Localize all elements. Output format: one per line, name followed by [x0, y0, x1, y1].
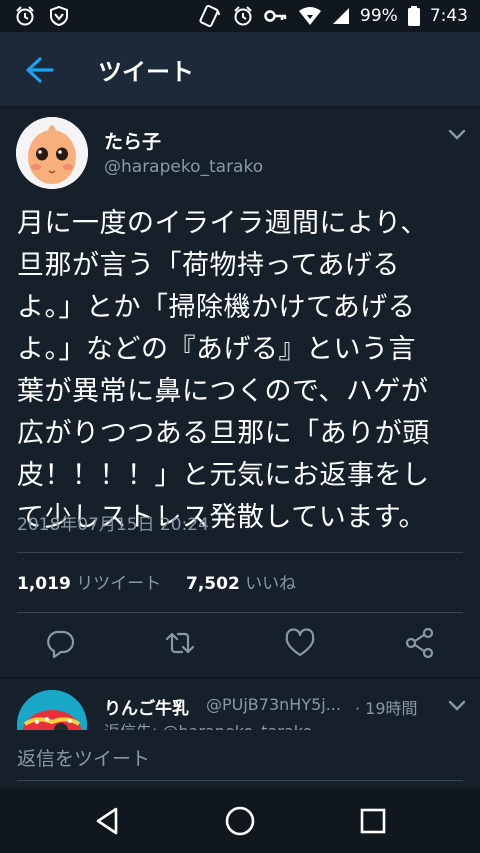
tweet-actions: [0, 627, 480, 667]
avatar[interactable]: [17, 690, 87, 730]
divider: [17, 552, 463, 553]
tweet-stats: 1,019 リツイート 7,502 いいね: [17, 569, 296, 594]
reply-input[interactable]: 返信をツイート: [17, 744, 150, 771]
back-arrow-icon[interactable]: [22, 54, 58, 86]
tweet-text-line: よ。」とか「掃除機かけてあげる: [17, 292, 416, 323]
page-title: ツイート: [98, 58, 194, 86]
app-header: ツイート: [0, 32, 480, 107]
reply-composer: 返信をツイート: [0, 730, 480, 788]
battery-icon: [407, 6, 420, 26]
retweets-count[interactable]: 1,019: [17, 574, 71, 594]
status-bar: 99% 7:43: [0, 0, 480, 32]
alarm-icon: [16, 6, 34, 26]
alarm-icon: [234, 6, 252, 26]
tweet-text-line: 広がりつつある旦那に「ありが頭: [17, 418, 430, 449]
nav-home-icon[interactable]: [223, 804, 257, 838]
avatar[interactable]: [16, 117, 88, 189]
reply-avatar-image: [17, 690, 87, 730]
system-nav-bar: [0, 788, 480, 853]
tweet-text-line: 皮！！！！」と元気にお返事をし: [17, 460, 430, 491]
reply-time: · 19時間: [355, 699, 418, 718]
reply-author-name[interactable]: りんご牛乳: [104, 694, 189, 719]
nav-recents-icon[interactable]: [356, 804, 390, 838]
like-icon[interactable]: [284, 627, 316, 659]
retweet-icon[interactable]: [164, 627, 196, 659]
reply-item[interactable]: りんご牛乳 @PUjB73nHY5j... · 19時間 返信先: @harap…: [0, 690, 480, 730]
author-handle[interactable]: @harapeko_tarako: [104, 157, 263, 177]
battery-percentage: 99%: [360, 6, 398, 26]
tweet-text-line: 旦那が言う「荷物持ってあげる: [17, 250, 400, 281]
status-right-icons: 99% 7:43: [198, 4, 468, 28]
divider: [17, 612, 463, 613]
kewpie-doll-avatar-image: [16, 117, 88, 189]
key-icon: [264, 10, 287, 22]
status-left-icons: [14, 5, 70, 27]
likes-label[interactable]: いいね: [245, 574, 296, 594]
tweet-text: 月に一度のイライラ週間により、 旦那が言う「荷物持ってあげる よ。」とか「掃除機…: [17, 203, 465, 539]
reply-icon[interactable]: [44, 627, 76, 659]
tweet-text-line: 月に一度のイライラ週間により、: [17, 208, 428, 239]
chevron-down-icon[interactable]: [448, 129, 466, 141]
share-icon[interactable]: [404, 627, 436, 659]
shield-icon: [50, 5, 68, 27]
input-underline: [17, 780, 463, 781]
retweets-label[interactable]: リツイート: [76, 574, 161, 594]
tweet-text-line: よ。」などの『あげる』という言: [17, 334, 416, 365]
section-divider: [0, 677, 480, 679]
tweet-text-line: 葉が異常に鼻につくので、ハゲが: [17, 376, 429, 407]
chevron-down-icon[interactable]: [448, 700, 466, 712]
reply-author-handle[interactable]: @PUjB73nHY5j...: [206, 695, 341, 714]
wifi-icon: [299, 7, 322, 25]
reply-context: 返信先: @harapeko_tarako: [104, 718, 312, 730]
clock-time: 7:43: [429, 6, 468, 26]
author-name[interactable]: たら子: [104, 127, 161, 154]
likes-count[interactable]: 7,502: [186, 574, 240, 594]
nfc-icon: [199, 4, 220, 28]
nav-back-icon[interactable]: [90, 804, 124, 838]
signal-icon: [333, 8, 350, 24]
tweet-timestamp: 2018年07月15日 20:24: [17, 515, 209, 535]
